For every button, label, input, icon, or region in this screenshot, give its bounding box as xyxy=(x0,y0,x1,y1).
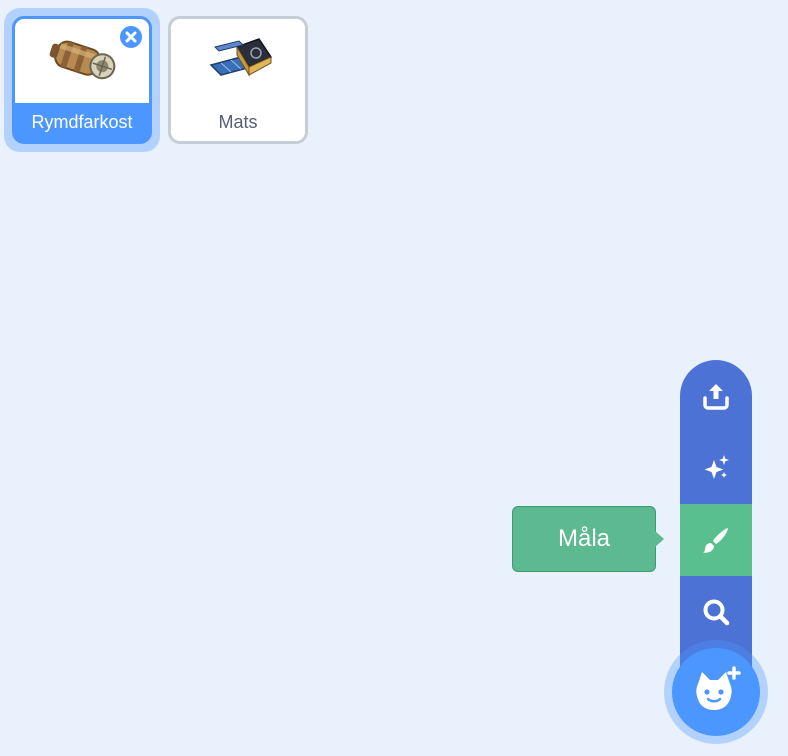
upload-sprite-button[interactable] xyxy=(680,360,752,432)
sparkles-icon xyxy=(704,455,729,479)
surprise-sprite-button[interactable] xyxy=(680,432,752,504)
tooltip-arrow xyxy=(655,531,664,547)
paint-sprite-button[interactable] xyxy=(680,504,752,576)
sprite-name: Rymdfarkost xyxy=(31,112,133,132)
sprite-tile-mats[interactable]: Mats xyxy=(168,16,308,144)
search-sprite-button[interactable] xyxy=(680,576,752,648)
delete-sprite-button[interactable] xyxy=(118,24,144,50)
search-icon xyxy=(703,599,730,626)
paint-tooltip: Måla xyxy=(512,506,656,572)
close-icon xyxy=(125,31,137,43)
cat-plus-icon xyxy=(696,666,741,710)
paintbrush-icon xyxy=(703,528,728,553)
spaceship-thumbnail xyxy=(49,40,116,80)
sprite-name: Mats xyxy=(218,112,258,132)
satellite-thumbnail xyxy=(209,38,273,77)
choose-sprite-button[interactable] xyxy=(672,648,760,736)
upload-icon xyxy=(703,384,729,410)
